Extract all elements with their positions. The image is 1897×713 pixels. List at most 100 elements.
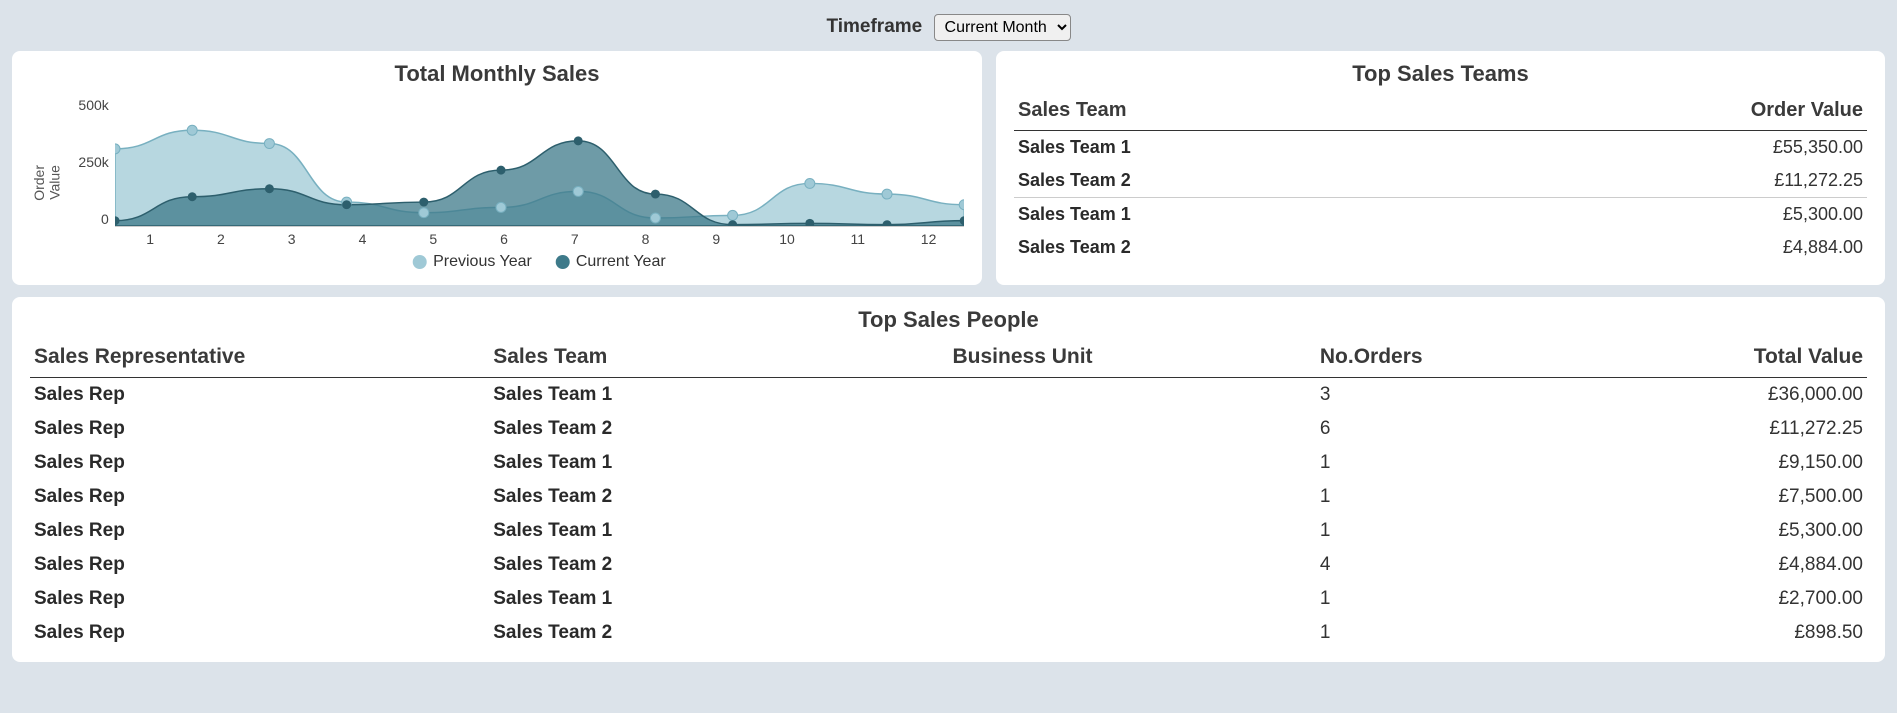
ytick: 500k [65,97,109,113]
cell-total: £4,884.00 [1536,548,1867,582]
cell-value: £55,350.00 [1441,131,1867,165]
cell-value: £5,300.00 [1441,198,1867,232]
legend-previous-year: Previous Year [413,253,532,271]
chart-legend: Previous Year Current Year [413,253,666,271]
xtick: 1 [115,231,186,247]
table-row: Sales Team 2 £11,272.25 [1014,164,1867,198]
cell-rep: Sales Rep [30,412,489,446]
table-row: Sales Rep Sales Team 1 1 £9,150.00 [30,446,1867,480]
cell-bu [949,378,1316,413]
cell-bu [949,616,1316,650]
cell-team: Sales Team 2 [1014,231,1441,264]
cell-rep: Sales Rep [30,616,489,650]
ytick: 250k [65,154,109,170]
xtick: 11 [822,231,893,247]
cell-rep: Sales Rep [30,582,489,616]
cell-orders: 1 [1316,480,1536,514]
chart-svg [115,93,964,226]
cell-orders: 1 [1316,616,1536,650]
chart-ylabel: Order Value [30,165,65,201]
table-row: Sales Rep Sales Team 2 6 £11,272.25 [30,412,1867,446]
col-sales-rep: Sales Representative [30,339,489,378]
col-business-unit: Business Unit [949,339,1316,378]
cell-team: Sales Team 2 [1014,164,1441,198]
chart-body: 123456789101112 Previous Year Current Ye… [115,93,964,273]
cell-orders: 3 [1316,378,1536,413]
cell-rep: Sales Rep [30,480,489,514]
legend-dot-icon [556,255,570,269]
cell-total: £7,500.00 [1536,480,1867,514]
col-sales-team: Sales Team [1014,93,1441,131]
legend-label: Previous Year [433,253,532,271]
chart-yaxis: 500k 250k 0 [65,97,115,227]
teams-title: Top Sales Teams [1014,61,1867,87]
cell-rep: Sales Rep [30,446,489,480]
ytick: 0 [65,211,109,227]
table-row: Sales Rep Sales Team 1 1 £2,700.00 [30,582,1867,616]
cell-orders: 6 [1316,412,1536,446]
xtick: 4 [327,231,398,247]
cell-total: £9,150.00 [1536,446,1867,480]
chart-title: Total Monthly Sales [30,61,964,87]
chart-xaxis: 123456789101112 [115,227,964,247]
cell-total: £5,300.00 [1536,514,1867,548]
cell-team: Sales Team 1 [1014,198,1441,232]
cell-bu [949,548,1316,582]
cell-team: Sales Team 1 [1014,131,1441,165]
cell-rep: Sales Rep [30,548,489,582]
timeframe-label: Timeframe [826,16,922,37]
xtick: 12 [893,231,964,247]
xtick: 2 [186,231,257,247]
cell-orders: 4 [1316,548,1536,582]
cell-bu [949,412,1316,446]
cell-total: £36,000.00 [1536,378,1867,413]
legend-current-year: Current Year [556,253,666,271]
cell-bu [949,480,1316,514]
col-sales-team: Sales Team [489,339,948,378]
xtick: 8 [610,231,681,247]
cell-team: Sales Team 2 [489,412,948,446]
col-total-value: Total Value [1536,339,1867,378]
people-title: Top Sales People [30,307,1867,333]
cell-total: £898.50 [1536,616,1867,650]
cell-team: Sales Team 1 [489,582,948,616]
total-monthly-sales-panel: Total Monthly Sales Order Value 500k 250… [12,51,982,285]
xtick: 9 [681,231,752,247]
legend-label: Current Year [576,253,666,271]
cell-team: Sales Team 2 [489,548,948,582]
cell-bu [949,514,1316,548]
cell-total: £11,272.25 [1536,412,1867,446]
legend-dot-icon [413,255,427,269]
cell-total: £2,700.00 [1536,582,1867,616]
cell-bu [949,446,1316,480]
xtick: 5 [398,231,469,247]
table-row: Sales Rep Sales Team 1 1 £5,300.00 [30,514,1867,548]
teams-table: Sales Team Order Value Sales Team 1 £55,… [1014,93,1867,264]
top-sales-teams-panel: Top Sales Teams Sales Team Order Value S… [996,51,1885,285]
top-sales-people-panel: Top Sales People Sales Representative Sa… [12,297,1885,662]
chart-ylabel-line2: Value [46,166,62,201]
cell-orders: 1 [1316,582,1536,616]
cell-bu [949,582,1316,616]
cell-team: Sales Team 2 [489,616,948,650]
cell-team: Sales Team 1 [489,514,948,548]
xtick: 10 [752,231,823,247]
xtick: 7 [539,231,610,247]
table-row: Sales Team 1 £55,350.00 [1014,131,1867,165]
col-no-orders: No.Orders [1316,339,1536,378]
table-row: Sales Rep Sales Team 2 4 £4,884.00 [30,548,1867,582]
xtick: 6 [469,231,540,247]
xtick: 3 [256,231,327,247]
cell-value: £4,884.00 [1441,231,1867,264]
table-row: Sales Rep Sales Team 2 1 £7,500.00 [30,480,1867,514]
table-row: Sales Rep Sales Team 1 3 £36,000.00 [30,378,1867,413]
cell-orders: 1 [1316,514,1536,548]
filter-bar: Timeframe Current Month [0,0,1897,51]
col-order-value: Order Value [1441,93,1867,131]
timeframe-select[interactable]: Current Month [934,14,1071,41]
cell-team: Sales Team 2 [489,480,948,514]
cell-value: £11,272.25 [1441,164,1867,198]
table-row: Sales Team 1 £5,300.00 [1014,198,1867,232]
table-row: Sales Team 2 £4,884.00 [1014,231,1867,264]
cell-team: Sales Team 1 [489,446,948,480]
